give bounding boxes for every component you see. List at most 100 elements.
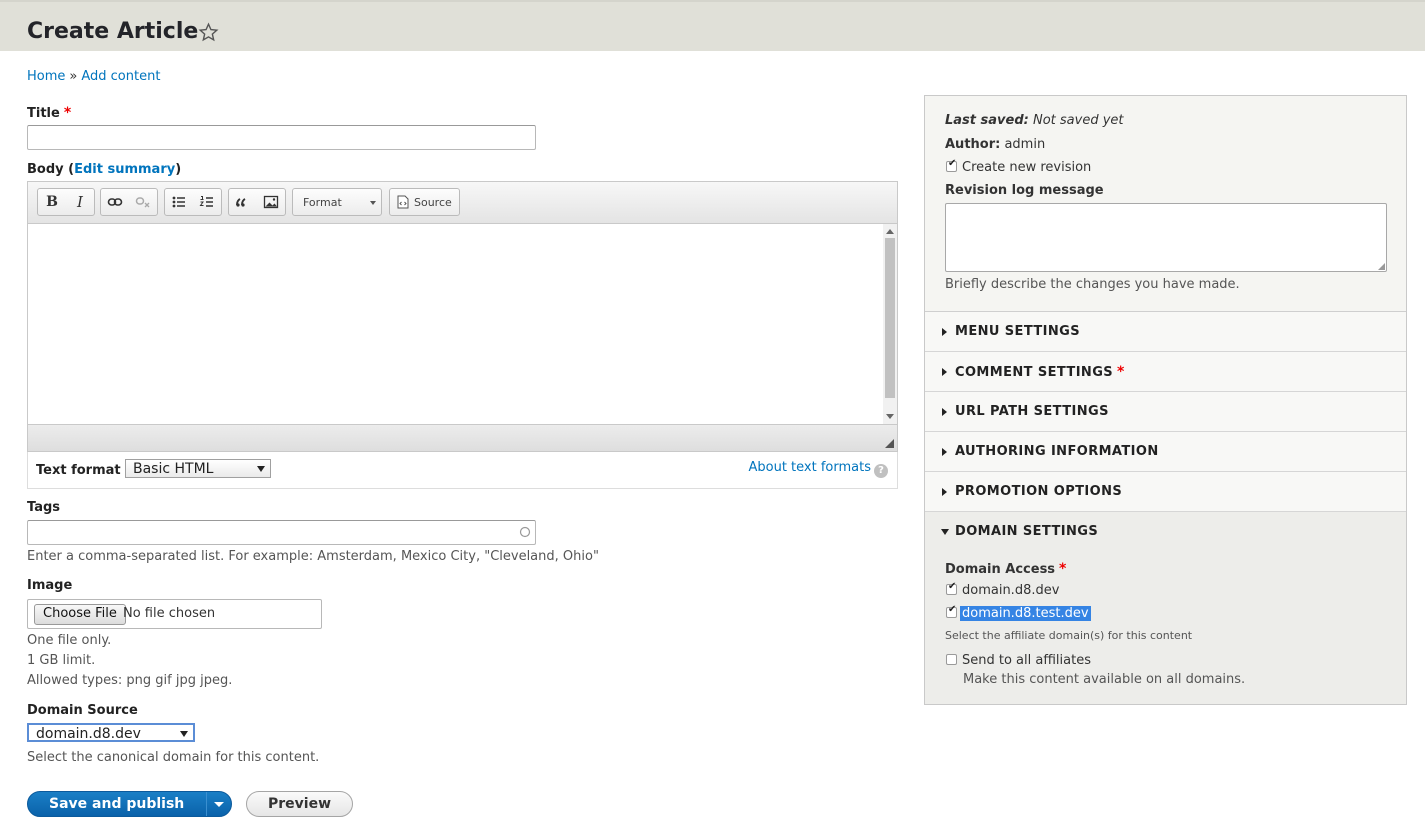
star-icon[interactable] — [198, 22, 219, 43]
required-mark: * — [1059, 561, 1067, 577]
domain-d8-dev-checkbox[interactable] — [946, 581, 957, 595]
format-dropdown[interactable]: Format — [292, 188, 382, 216]
choose-file-button[interactable]: Choose File — [34, 604, 126, 625]
domain-d8-dev-label: domain.d8.dev — [962, 583, 1060, 598]
section-title: MENU SETTINGS — [955, 324, 1081, 339]
resize-handle-icon[interactable] — [1378, 263, 1385, 270]
resize-handle-icon[interactable] — [885, 439, 894, 448]
send-to-all-affiliates-checkbox[interactable] — [946, 654, 957, 665]
domain-d8-test-dev-checkbox[interactable] — [946, 604, 957, 618]
image-icon — [263, 195, 279, 209]
chevron-down-icon — [370, 201, 376, 205]
tags-input[interactable] — [27, 520, 536, 545]
domain-access-help: Select the affiliate domain(s) for this … — [945, 629, 1193, 642]
breadcrumb-separator: » — [69, 69, 78, 84]
save-and-publish-button[interactable]: Save and publish — [27, 791, 232, 817]
body-editor: B I Format Source — [27, 181, 898, 452]
section-title: COMMENT SETTINGS * — [955, 364, 1125, 380]
source-button[interactable]: Source — [389, 188, 460, 216]
editor-toolbar: B I Format Source — [28, 182, 897, 224]
about-text-formats-link[interactable]: About text formats — [748, 460, 871, 475]
scrollbar-thumb[interactable] — [885, 238, 895, 398]
link-button[interactable] — [101, 189, 129, 215]
text-format-select[interactable]: Basic HTML — [125, 459, 271, 478]
body-label-text: Body ( — [27, 162, 75, 177]
breadcrumb: Home » Add content — [27, 69, 160, 84]
send-to-all-affiliates-label: Send to all affiliates — [962, 653, 1091, 668]
promotion-options-section[interactable]: PROMOTION OPTIONS — [925, 472, 1406, 512]
create-revision-label: Create new revision — [962, 160, 1092, 175]
image-help-2: 1 GB limit. — [27, 653, 96, 668]
numbered-list-button[interactable] — [193, 189, 221, 215]
image-help-3: Allowed types: png gif jpg jpeg. — [27, 673, 233, 688]
chevron-down-icon — [257, 466, 265, 472]
italic-button[interactable]: I — [66, 189, 94, 215]
button-divider — [206, 792, 207, 816]
bold-button[interactable]: B — [38, 189, 66, 215]
section-title: PROMOTION OPTIONS — [955, 484, 1123, 499]
menu-settings-section[interactable]: MENU SETTINGS — [925, 312, 1406, 352]
save-button-label: Save and publish — [49, 796, 185, 812]
domain-source-value: domain.d8.dev — [36, 726, 141, 742]
section-title: AUTHORING INFORMATION — [955, 444, 1159, 459]
required-mark: * — [63, 105, 72, 121]
toolbar-media-group — [228, 188, 286, 216]
create-revision-checkbox[interactable] — [946, 158, 957, 172]
revision-log-textarea[interactable] — [945, 203, 1387, 272]
title-input[interactable] — [27, 125, 536, 150]
image-button[interactable] — [257, 189, 285, 215]
last-saved-value: Not saved yet — [1032, 113, 1124, 128]
domain-settings-section: DOMAIN SETTINGS Domain Access* domain.d8… — [925, 512, 1406, 704]
editor-scrollbar[interactable] — [883, 224, 897, 424]
breadcrumb-add-content[interactable]: Add content — [81, 69, 160, 84]
chevron-right-icon — [942, 488, 947, 496]
tags-help: Enter a comma-separated list. For exampl… — [27, 549, 599, 564]
body-editor-content[interactable] — [28, 224, 884, 424]
blockquote-button[interactable] — [229, 189, 257, 215]
domain-source-select[interactable]: domain.d8.dev — [27, 723, 195, 742]
help-icon[interactable]: ? — [874, 464, 888, 478]
link-icon — [107, 198, 123, 206]
no-file-chosen: No file chosen — [123, 606, 216, 621]
scroll-up-icon[interactable] — [886, 229, 894, 234]
title-label: Title * — [27, 105, 71, 121]
required-mark: * — [1117, 364, 1125, 380]
bulleted-list-button[interactable] — [165, 189, 193, 215]
page-header: Create Article — [0, 0, 1425, 51]
toolbar-list-group — [164, 188, 222, 216]
revision-log-label: Revision log message — [945, 183, 1104, 198]
domain-settings-title[interactable]: DOMAIN SETTINGS — [955, 524, 1098, 539]
about-text-formats: About text formats? — [748, 460, 888, 478]
autocomplete-icon — [519, 526, 531, 538]
text-format-label: Text format — [36, 463, 121, 478]
blockquote-icon — [236, 198, 246, 207]
edit-summary-link[interactable]: Edit summary — [74, 162, 175, 177]
body-label-close: ) — [175, 162, 182, 177]
authoring-information-section[interactable]: AUTHORING INFORMATION — [925, 432, 1406, 472]
chevron-down-icon — [180, 731, 188, 737]
image-help-1: One file only. — [27, 633, 112, 648]
revision-meta: Last saved: Not saved yet Author: admin … — [925, 96, 1406, 312]
preview-button[interactable]: Preview — [246, 791, 353, 817]
revision-log-help: Briefly describe the changes you have ma… — [945, 277, 1240, 292]
editor-statusbar — [28, 424, 897, 451]
text-format-value: Basic HTML — [133, 461, 214, 477]
chevron-right-icon — [942, 328, 947, 336]
domain-source-help: Select the canonical domain for this con… — [27, 750, 320, 765]
scroll-down-icon[interactable] — [886, 414, 894, 419]
format-dropdown-label: Format — [303, 196, 342, 209]
url-path-settings-section[interactable]: URL PATH SETTINGS — [925, 392, 1406, 432]
numbered-list-icon — [199, 196, 213, 207]
unlink-button[interactable] — [129, 189, 157, 215]
comment-settings-section[interactable]: COMMENT SETTINGS * — [925, 352, 1406, 392]
domain-access-label-text: Domain Access — [945, 562, 1056, 577]
chevron-down-icon[interactable] — [941, 529, 949, 535]
domain-access-label: Domain Access * — [945, 561, 1066, 577]
breadcrumb-home[interactable]: Home — [27, 69, 65, 84]
chevron-right-icon — [942, 408, 947, 416]
author-value: admin — [1004, 137, 1046, 152]
last-saved-label: Last saved: — [945, 113, 1029, 128]
tags-label: Tags — [27, 500, 61, 515]
chevron-down-icon[interactable] — [214, 802, 224, 807]
source-icon — [397, 195, 409, 209]
